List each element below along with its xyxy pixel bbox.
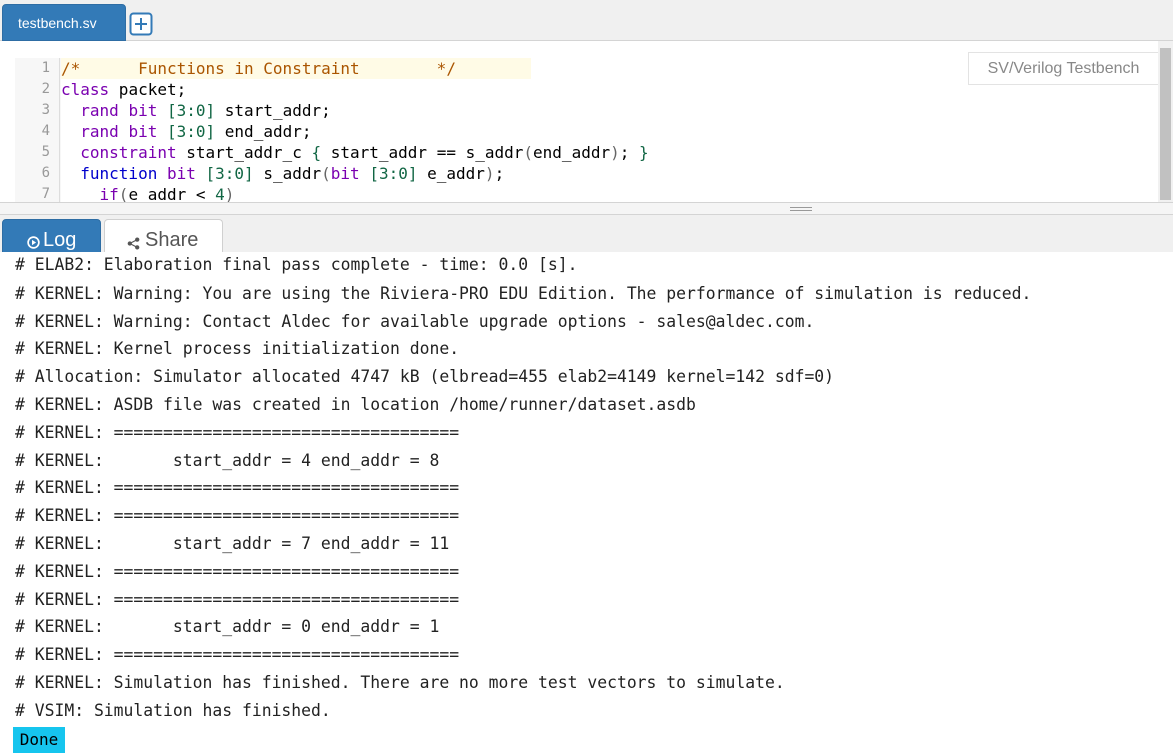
code-token: e_addr <	[128, 185, 216, 202]
tab-label: testbench.sv	[18, 15, 97, 31]
code-token: )	[484, 164, 495, 183]
log-line: # ELAB2: Elaboration final pass complete…	[15, 255, 578, 274]
pane-splitter[interactable]	[0, 202, 1173, 215]
code-token: ;	[619, 143, 639, 162]
log-output[interactable]: Done # ELAB2: Elaboration final pass com…	[0, 252, 1173, 753]
code-token: (	[321, 164, 331, 183]
log-line: # KERNEL: start_addr = 7 end_addr = 11	[15, 534, 450, 553]
code-line[interactable]: constraint start_addr_c { start_addr == …	[61, 142, 649, 163]
code-token: bit	[166, 164, 196, 183]
code-token: (	[118, 185, 129, 202]
log-line: # KERNEL: Kernel process initialization …	[15, 339, 460, 359]
code-token: start_addr == s_addr	[321, 143, 524, 162]
line-number: 4	[41, 123, 50, 139]
code-token: if	[99, 185, 119, 202]
line-number-gutter: 1 2 3 4 5 6 7	[15, 58, 60, 202]
line-number: 1	[41, 60, 50, 76]
code-token: ;	[494, 164, 505, 183]
code-token: [3:0]	[166, 122, 216, 141]
log-line: # KERNEL: ==============================…	[15, 422, 460, 442]
file-tab-bar: testbench.sv	[0, 0, 1173, 41]
code-token: constraint	[80, 143, 177, 162]
share-icon	[127, 237, 140, 250]
plus-square-icon[interactable]	[129, 12, 153, 36]
log-line: # KERNEL: Simulation has finished. There…	[15, 673, 785, 692]
code-token: packet;	[109, 80, 187, 99]
tab-testbench-sv[interactable]: testbench.sv	[2, 4, 126, 41]
line-number: 2	[41, 81, 50, 97]
code-token: bit	[330, 164, 360, 183]
code-token: {	[311, 143, 322, 162]
code-token: }	[639, 143, 649, 162]
code-line[interactable]: /* Functions in Constraint */	[61, 58, 456, 79]
code-token: e_addr	[417, 164, 485, 183]
code-token: end_addr	[533, 143, 611, 162]
line-number: 7	[41, 186, 50, 202]
code-token: [3:0]	[369, 164, 418, 183]
line-number: 3	[41, 102, 50, 118]
code-token: /* Functions in Constraint */	[61, 59, 456, 78]
code-token: function	[80, 164, 158, 183]
code-token: [3:0]	[205, 164, 254, 183]
splitter-grip	[790, 210, 812, 211]
code-token: s_addr	[253, 164, 322, 183]
log-line: # VSIM: Simulation has finished.	[15, 700, 331, 720]
line-number: 6	[41, 165, 50, 181]
code-token: )	[224, 185, 235, 202]
code-line[interactable]: rand bit [3:0] start_addr;	[61, 100, 331, 121]
code-token: bit	[128, 101, 158, 120]
log-line: # KERNEL: start_addr = 0 end_addr = 1	[15, 617, 440, 637]
code-token: rand	[80, 101, 119, 120]
code-line[interactable]: function bit [3:0] s_addr(bit [3:0] e_ad…	[61, 163, 504, 184]
code-token: bit	[128, 122, 158, 141]
log-line: # KERNEL: ==============================…	[15, 561, 460, 581]
line-number: 5	[41, 144, 50, 160]
log-line: # KERNEL: Warning: Contact Aldec for ava…	[15, 311, 815, 331]
log-line: # KERNEL: ==============================…	[15, 645, 460, 665]
editor-scrollbar-thumb[interactable]	[1160, 48, 1171, 200]
done-badge: Done	[13, 727, 65, 753]
log-line: # KERNEL: ==============================…	[15, 589, 460, 609]
code-line[interactable]: class packet;	[61, 79, 186, 100]
code-line[interactable]: rand bit [3:0] end_addr;	[61, 121, 311, 142]
log-line: # KERNEL: ASDB file was created in locat…	[15, 395, 696, 414]
language-badge: SV/Verilog Testbench	[968, 52, 1159, 85]
log-line: # KERNEL: start_addr = 4 end_addr = 8	[15, 450, 440, 470]
code-token: start_addr;	[215, 101, 331, 120]
play-circle-icon	[27, 236, 40, 249]
log-line: # KERNEL: ==============================…	[15, 506, 460, 526]
log-line: # KERNEL: Warning: You are using the Riv…	[15, 283, 1032, 303]
log-line: # Allocation: Simulator allocated 4747 k…	[15, 367, 835, 387]
code-token: end_addr;	[215, 122, 312, 141]
code-token: )	[610, 143, 620, 162]
log-line: # KERNEL: ==============================…	[15, 478, 460, 498]
code-token: (	[523, 143, 534, 162]
code-token: 4	[215, 185, 225, 202]
code-token: [3:0]	[166, 101, 216, 120]
splitter-grip	[790, 207, 812, 208]
code-token: start_addr_c	[176, 143, 312, 162]
code-token: rand	[80, 122, 119, 141]
code-token: class	[61, 80, 110, 99]
code-line[interactable]: if(e_addr < 4)	[61, 184, 235, 202]
